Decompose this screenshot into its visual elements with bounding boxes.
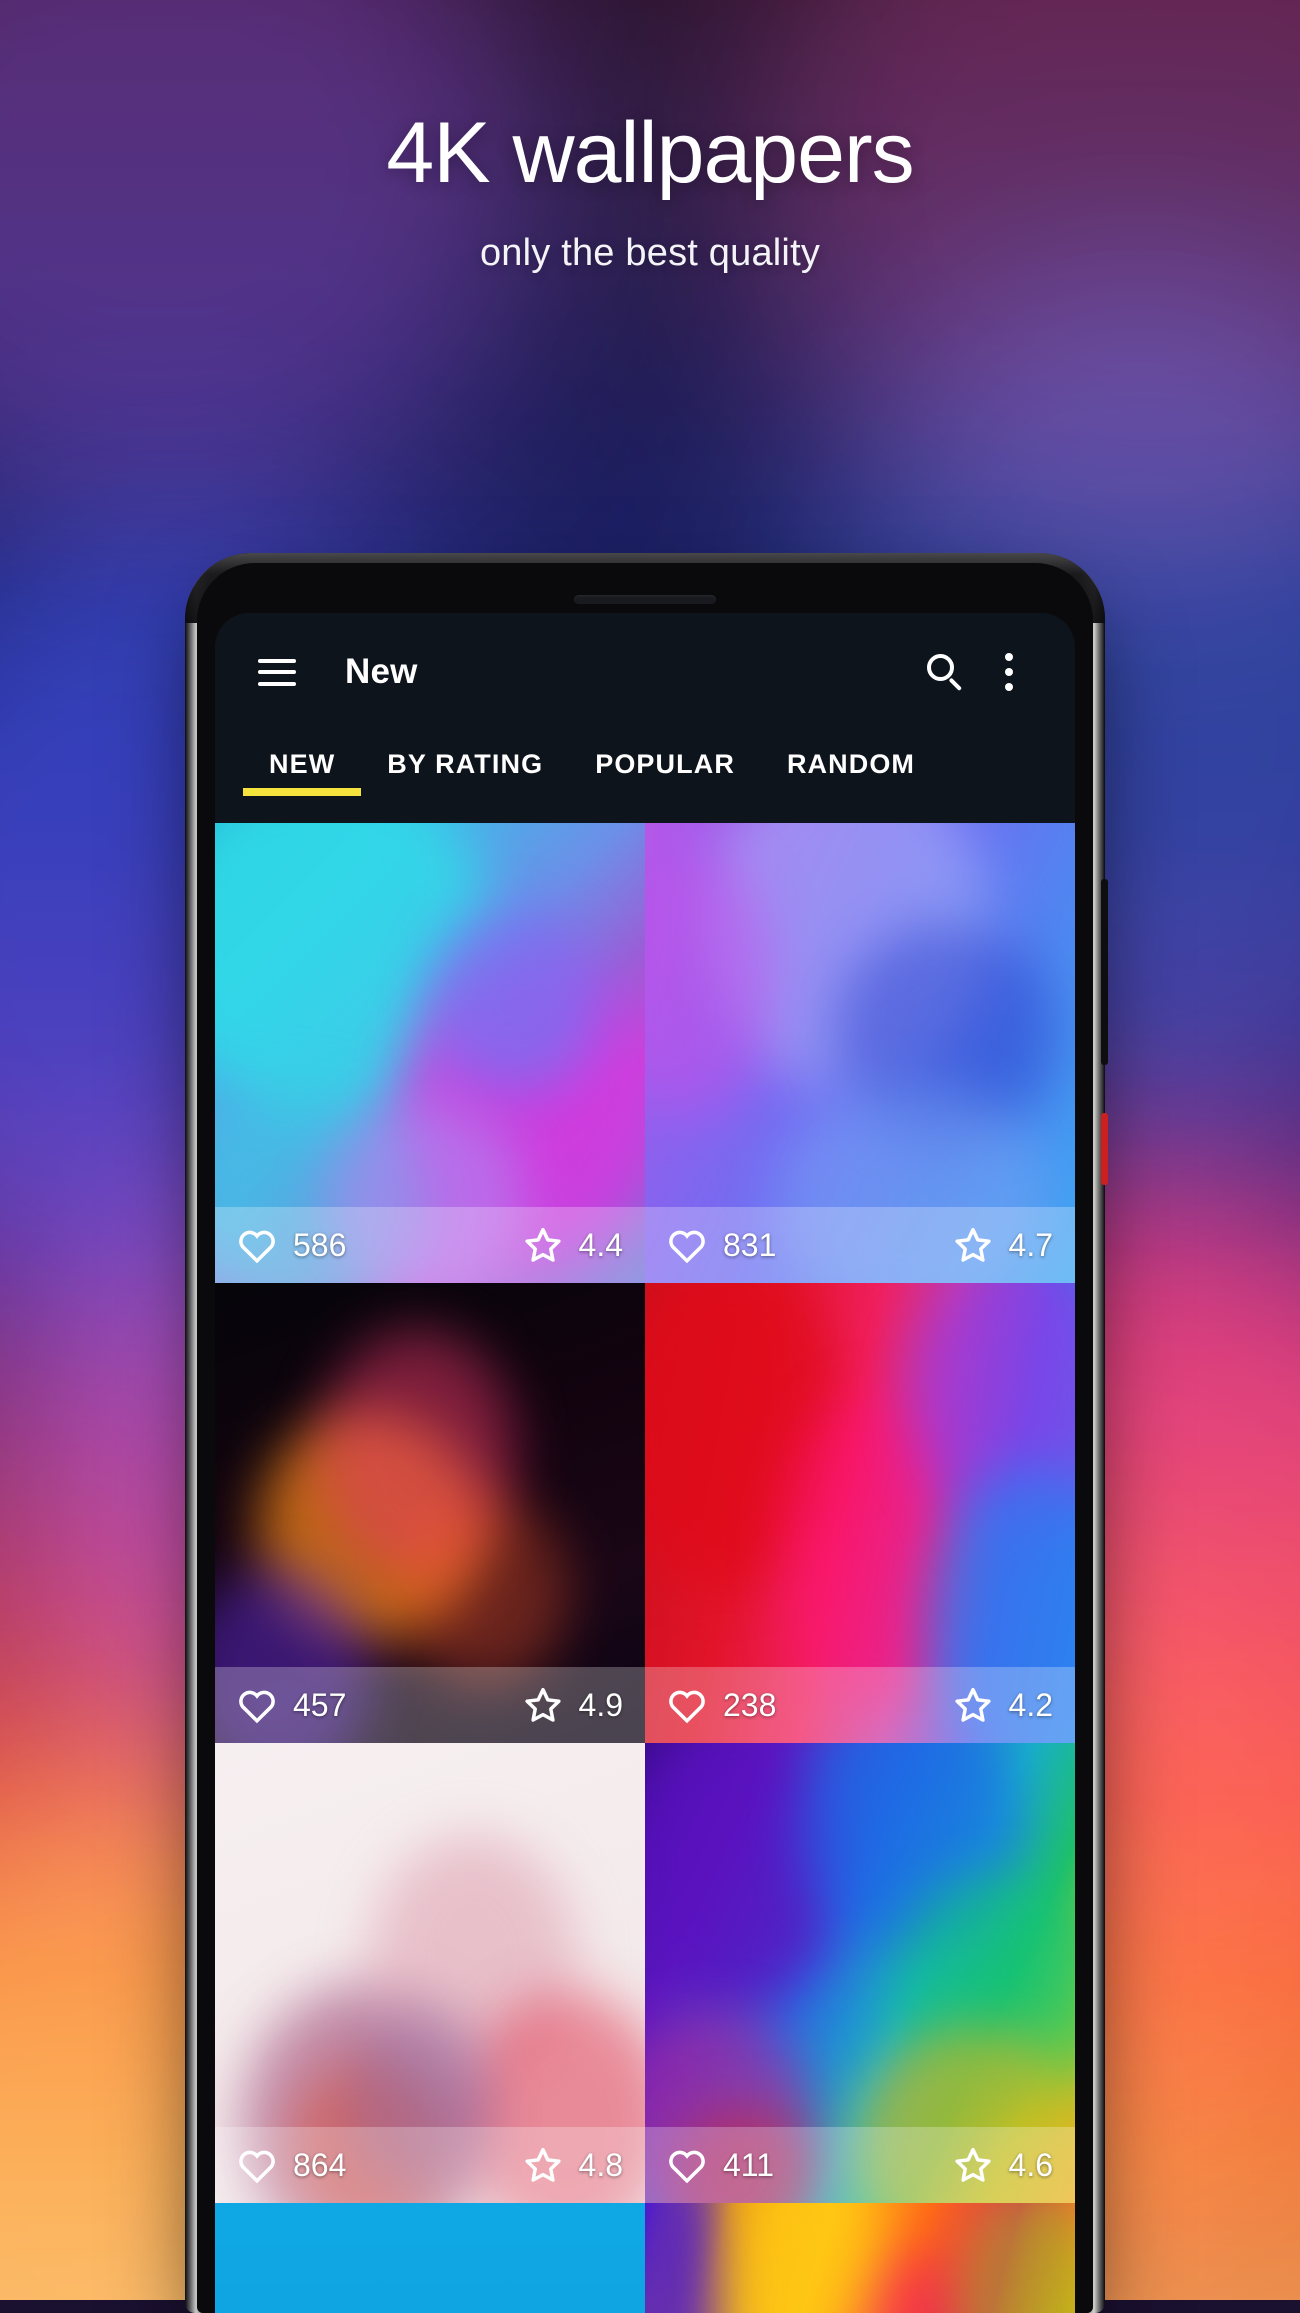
wallpaper-stats-bar: 238 4.2 [645,1667,1075,1743]
phone-screen: New NEW BY RATING POPULAR RANDOM 586 4.4… [215,613,1075,2313]
like-count: 586 [293,1226,347,1263]
promo-subtitle: only the best quality [479,232,821,274]
like-stat[interactable]: 457 [237,1686,346,1724]
star-icon [524,1687,561,1722]
wallpaper-grid: 586 4.4 831 4.7 457 4.9 238 4.2 864 4.8 … [215,823,1075,2313]
hamburger-menu-button[interactable] [245,640,309,704]
wallpaper-card[interactable]: 411 4.6 [645,1743,1075,2203]
like-stat[interactable]: 864 [237,2146,346,2184]
power-button[interactable] [1101,1113,1108,1185]
search-icon [927,654,963,692]
more-vertical-icon [1005,653,1013,691]
hamburger-menu-icon [258,658,296,686]
wallpaper-card[interactable] [215,2203,645,2313]
rating-value: 4.4 [578,1226,623,1263]
wallpaper-card[interactable] [645,2203,1075,2313]
star-icon [954,1687,991,1722]
rating-value: 4.7 [1008,1226,1053,1263]
wallpaper-stats-bar: 831 4.7 [645,1207,1075,1283]
search-button[interactable] [913,640,977,704]
wallpaper-stats-bar: 457 4.9 [215,1667,645,1743]
rating-stat[interactable]: 4.2 [953,1686,1053,1724]
tab-by-rating[interactable]: BY RATING [361,731,569,780]
app-bar: New [215,613,1075,731]
like-count: 831 [723,1226,777,1263]
app-bar-title: New [345,652,418,691]
star-icon [954,2147,991,2182]
phone-mockup: New NEW BY RATING POPULAR RANDOM 586 4.4… [185,553,1108,2313]
star-icon [524,2147,561,2182]
heart-icon [239,2150,275,2184]
wallpaper-card[interactable]: 457 4.9 [215,1283,645,1743]
like-count: 238 [723,1686,777,1723]
star-icon [524,1227,561,1262]
rating-stat[interactable]: 4.9 [523,1686,623,1724]
earpiece-speaker-icon [574,595,716,604]
rating-stat[interactable]: 4.6 [953,2146,1053,2184]
like-count: 411 [723,2146,775,2183]
wallpaper-card[interactable]: 586 4.4 [215,823,645,1283]
like-stat[interactable]: 586 [237,1226,346,1264]
heart-icon [669,1690,705,1724]
overflow-menu-button[interactable] [977,640,1041,704]
wallpaper-thumbnail [645,2203,1075,2313]
tab-bar: NEW BY RATING POPULAR RANDOM [215,731,1075,823]
like-stat[interactable]: 238 [667,1686,776,1724]
wallpaper-stats-bar: 864 4.8 [215,2127,645,2203]
promo-title: 4K wallpapers [386,105,914,201]
heart-icon [669,2150,705,2184]
promo-header: 4K wallpapers only the best quality [0,0,1300,275]
wallpaper-thumbnail [215,2203,645,2313]
like-count: 457 [293,1686,347,1723]
heart-icon [669,1230,705,1264]
like-count: 864 [293,2146,347,2183]
heart-icon [239,1690,275,1724]
rating-value: 4.6 [1008,2146,1053,2183]
volume-rocker[interactable] [1101,879,1108,1065]
star-icon [954,1227,991,1262]
heart-icon [239,1230,275,1264]
wallpaper-stats-bar: 411 4.6 [645,2127,1075,2203]
rating-stat[interactable]: 4.8 [523,2146,623,2184]
rating-stat[interactable]: 4.7 [953,1226,1053,1264]
rating-stat[interactable]: 4.4 [523,1226,623,1264]
wallpaper-card[interactable]: 864 4.8 [215,1743,645,2203]
like-stat[interactable]: 831 [667,1226,776,1264]
like-stat[interactable]: 411 [667,2146,774,2184]
rating-value: 4.2 [1008,1686,1053,1723]
rating-value: 4.8 [578,2146,623,2183]
wallpaper-card[interactable]: 238 4.2 [645,1283,1075,1743]
tab-popular[interactable]: POPULAR [569,731,761,780]
wallpaper-stats-bar: 586 4.4 [215,1207,645,1283]
tab-random[interactable]: RANDOM [761,731,941,780]
tab-new[interactable]: NEW [243,731,362,796]
wallpaper-card[interactable]: 831 4.7 [645,823,1075,1283]
rating-value: 4.9 [578,1686,623,1723]
